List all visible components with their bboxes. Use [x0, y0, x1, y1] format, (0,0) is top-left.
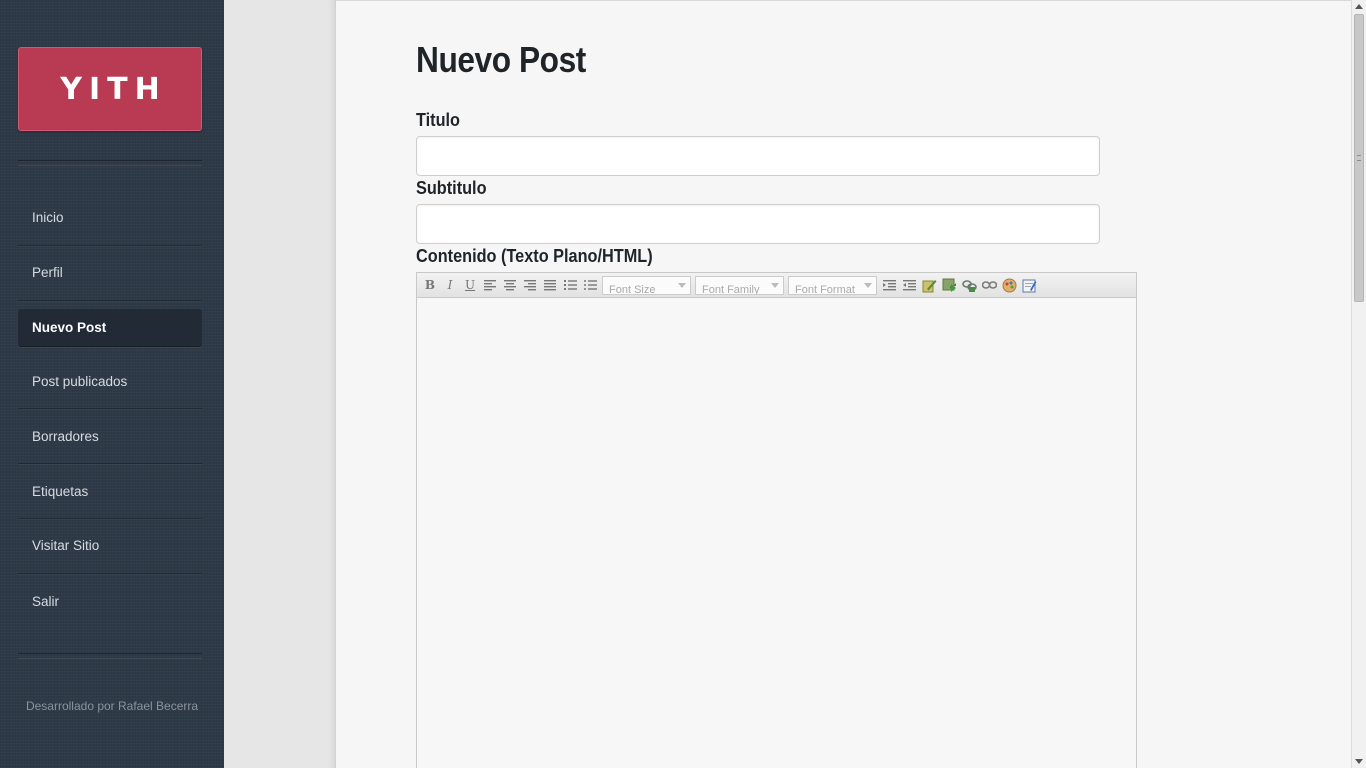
sidebar-item-visitar-sitio[interactable]: Visitar Sitio	[18, 519, 202, 574]
main-content: Nuevo Post Titulo Subtitulo Contenido (T…	[336, 0, 1351, 768]
page-title: Nuevo Post	[416, 39, 586, 80]
insert-image-icon[interactable]	[939, 275, 959, 295]
editor-content-area[interactable]	[417, 298, 1136, 768]
content-gutter	[224, 0, 336, 768]
unlink-icon[interactable]	[979, 275, 999, 295]
indent-icon[interactable]	[899, 275, 919, 295]
sidebar-credit: Desarrollado por Rafael Becerra	[25, 699, 199, 713]
editor-toolbar: B I U Font Size Font Family Font Format	[417, 273, 1136, 298]
sidebar-item-borradores[interactable]: Borradores	[18, 409, 202, 465]
align-right-icon[interactable]	[520, 275, 540, 295]
sidebar-nav: Inicio Perfil Nuevo Post Post publicados…	[18, 191, 202, 629]
chevron-down-icon	[771, 282, 779, 288]
align-center-icon[interactable]	[500, 275, 520, 295]
sidebar: YITH Inicio Perfil Nuevo Post Post publi…	[0, 0, 224, 768]
rich-text-editor: B I U Font Size Font Family Font Format	[416, 272, 1137, 768]
sidebar-divider-top	[18, 160, 202, 166]
outdent-icon[interactable]	[879, 275, 899, 295]
font-size-select[interactable]: Font Size	[602, 275, 691, 295]
font-size-select-value: Font Size	[609, 284, 656, 295]
underline-button[interactable]: U	[460, 275, 480, 295]
scroll-up-icon[interactable]	[1355, 4, 1363, 9]
sidebar-item-salir[interactable]: Salir	[18, 574, 202, 629]
ordered-list-icon[interactable]	[560, 275, 580, 295]
chevron-down-icon	[678, 282, 686, 288]
font-format-select-value: Font Format	[795, 284, 855, 295]
italic-button[interactable]: I	[440, 275, 460, 295]
sidebar-divider-bottom	[18, 653, 202, 659]
grip-icon	[1357, 155, 1361, 161]
unordered-list-icon[interactable]	[580, 275, 600, 295]
font-format-select[interactable]: Font Format	[788, 275, 877, 295]
link-icon[interactable]	[959, 275, 979, 295]
sidebar-item-inicio[interactable]: Inicio	[18, 191, 202, 246]
contenido-label: Contenido (Texto Plano/HTML)	[416, 245, 653, 266]
highlight-icon[interactable]	[919, 275, 939, 295]
sidebar-item-etiquetas[interactable]: Etiquetas	[18, 464, 202, 519]
align-justify-icon[interactable]	[540, 275, 560, 295]
edit-html-icon[interactable]	[1019, 275, 1039, 295]
titulo-input[interactable]	[416, 136, 1100, 176]
scroll-down-icon[interactable]	[1355, 759, 1363, 764]
chevron-down-icon	[864, 282, 872, 288]
subtitulo-label: Subtitulo	[416, 177, 487, 198]
bold-button[interactable]: B	[420, 275, 440, 295]
logo[interactable]: YITH	[18, 47, 202, 131]
sidebar-item-perfil[interactable]: Perfil	[18, 246, 202, 301]
titulo-label: Titulo	[416, 109, 461, 130]
font-family-select[interactable]: Font Family	[695, 275, 784, 295]
align-left-icon[interactable]	[480, 275, 500, 295]
page-scrollbar[interactable]	[1351, 0, 1366, 768]
sidebar-item-nuevo-post[interactable]: Nuevo Post	[18, 308, 202, 347]
color-picker-icon[interactable]	[999, 275, 1019, 295]
subtitulo-input[interactable]	[416, 204, 1100, 244]
font-family-select-value: Font Family	[702, 284, 760, 295]
sidebar-item-post-publicados[interactable]: Post publicados	[18, 355, 202, 410]
scrollbar-thumb[interactable]	[1354, 14, 1364, 302]
